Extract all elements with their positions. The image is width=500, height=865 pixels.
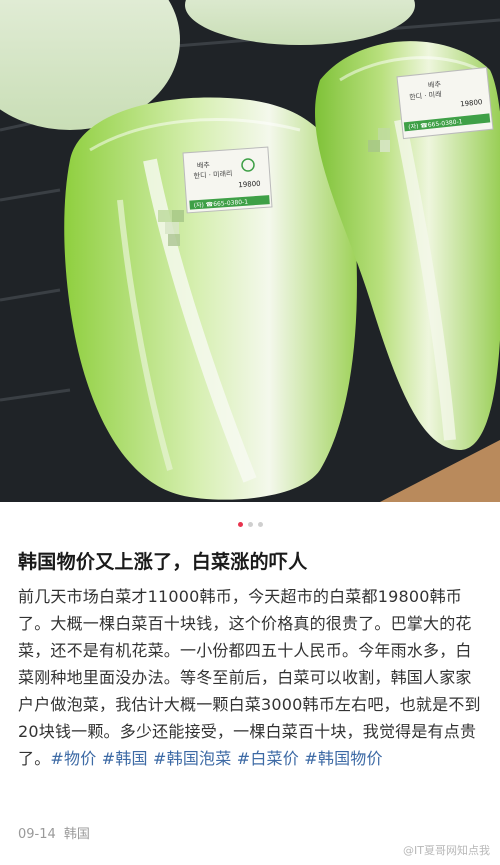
cabbage-photo: 배추 한디 · 미래리 19800 (자) ☎665-0380-1 배추 한디 … [0,0,500,502]
carousel-dot-1[interactable] [237,522,243,527]
price-label-right: 배추 한디 · 미래 19800 (자) ☎665-0380-1 [396,66,494,140]
label-right-line1: 배추 [428,79,442,89]
hashtag-5[interactable]: #韩国物价 [304,749,382,768]
post-title: 韩国物价又上涨了，白菜涨的吓人 [18,551,308,573]
post-photo[interactable]: 배추 한디 · 미래리 19800 (자) ☎665-0380-1 배추 한디 … [0,0,500,502]
price-label-left: 배추 한디 · 미래리 19800 (자) ☎665-0380-1 [182,146,273,214]
post-body-text: 前几天市场白菜才11000韩币，今天超市的白菜都19800韩币了。大概一棵白菜百… [18,587,481,768]
watermark-text: @IT夏哥网知点我 [403,844,490,857]
hashtag-4[interactable]: #白菜价 [237,749,299,768]
label-left-line1: 배추 [197,160,211,170]
post-location: 韩国 [63,827,90,842]
hashtag-3[interactable]: #韩国泡菜 [153,749,231,768]
label-left-price: 19800 [238,180,261,190]
carousel-dot-3[interactable] [257,522,263,527]
post-body: 前几天市场白菜才11000韩币，今天超市的白菜都19800韩币了。大概一棵白菜百… [18,583,486,772]
watermark: @IT夏哥网知点我 [403,842,490,858]
carousel-indicator[interactable] [0,522,500,527]
hashtag-2[interactable]: #韩国 [102,749,148,768]
hashtag-1[interactable]: #物价 [50,749,96,768]
carousel-dot-2[interactable] [247,522,253,527]
post-date: 09-14 [18,827,56,842]
post-meta: 09-14 韩国 [18,823,90,842]
